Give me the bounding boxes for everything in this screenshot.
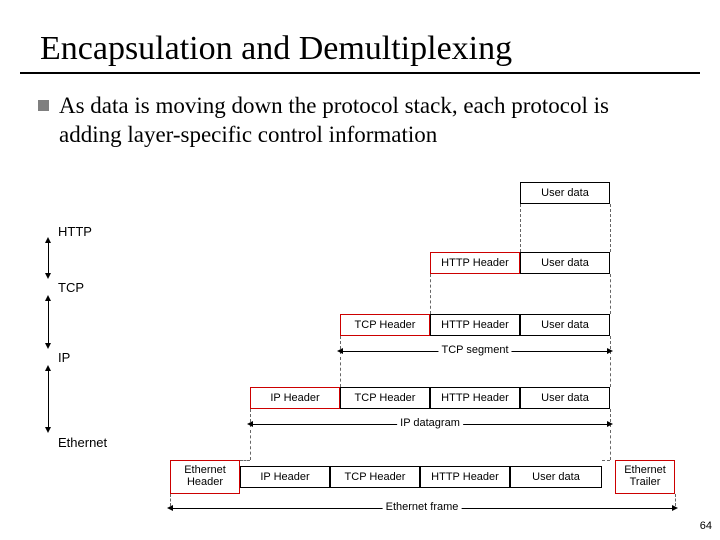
dashed	[430, 274, 431, 314]
encapsulation-diagram: HTTP TCP IP Ethernet User data HTTP Head…	[30, 220, 690, 520]
dashed	[240, 460, 250, 461]
slide-number: 64	[700, 520, 712, 532]
body-text: As data is moving down the protocol stac…	[0, 92, 720, 150]
label-eth-frame: Ethernet frame	[383, 501, 462, 513]
layer-http: HTTP	[58, 224, 92, 239]
dashed	[250, 430, 251, 460]
box-userdata-0: User data	[520, 182, 610, 204]
box-eth-trailer: Ethernet Trailer	[615, 460, 675, 494]
label-tcp-seg: TCP segment	[438, 344, 511, 356]
dashed	[602, 460, 610, 461]
layer-eth: Ethernet	[58, 435, 107, 450]
bullet-icon	[38, 100, 49, 111]
layer-ip: IP	[58, 350, 70, 365]
box-http-header-1: HTTP Header	[430, 252, 520, 274]
box-tcp-header-2: TCP Header	[340, 314, 430, 336]
slide-title: Encapsulation and Demultiplexing	[20, 0, 700, 74]
box-tcp-header-3: TCP Header	[340, 387, 430, 409]
box-http-header-3: HTTP Header	[430, 387, 520, 409]
box-tcp-header-4: TCP Header	[330, 466, 420, 488]
box-userdata-1: User data	[520, 252, 610, 274]
box-ip-header-3: IP Header	[250, 387, 340, 409]
dashed	[340, 357, 341, 387]
body-paragraph: As data is moving down the protocol stac…	[59, 92, 670, 150]
dashed	[675, 494, 676, 506]
box-http-header-4: HTTP Header	[420, 466, 510, 488]
arrow-http-tcp	[48, 242, 49, 274]
layer-tcp: TCP	[58, 280, 84, 295]
arrow-tcp-ip	[48, 300, 49, 344]
box-userdata-4: User data	[510, 466, 602, 488]
dashed	[610, 430, 611, 460]
dashed	[610, 357, 611, 387]
box-userdata-3: User data	[520, 387, 610, 409]
box-ip-header-4: IP Header	[240, 466, 330, 488]
dashed	[610, 274, 611, 314]
box-eth-header: Ethernet Header	[170, 460, 240, 494]
dashed	[520, 204, 521, 252]
arrow-ip-eth	[48, 370, 49, 428]
box-userdata-2: User data	[520, 314, 610, 336]
label-ip-dgram: IP datagram	[397, 417, 463, 429]
box-http-header-2: HTTP Header	[430, 314, 520, 336]
dashed	[610, 204, 611, 252]
dashed	[170, 494, 171, 506]
